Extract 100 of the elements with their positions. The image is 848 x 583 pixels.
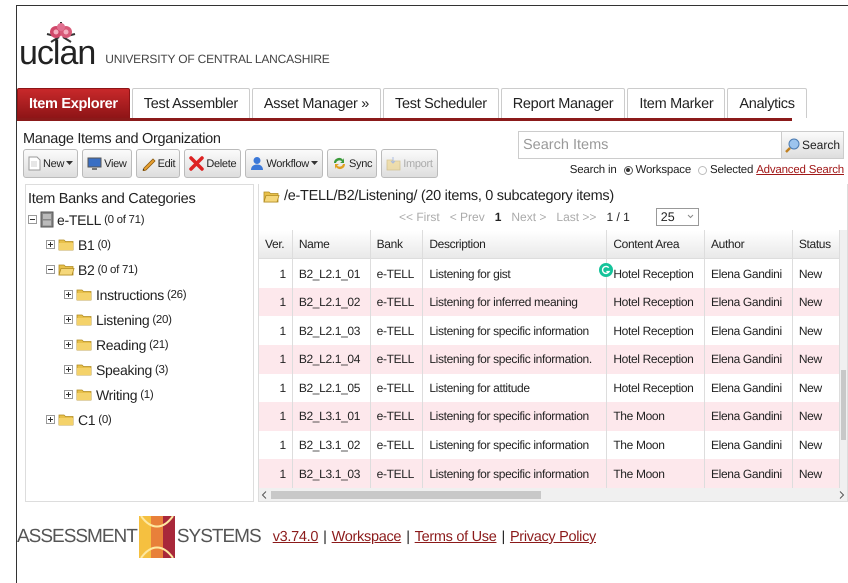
scrollbar-thumb[interactable] xyxy=(841,370,846,440)
table-cell: Elena Gandini xyxy=(704,402,792,431)
nav-tab[interactable]: Item Marker xyxy=(627,88,726,118)
view-button[interactable]: View xyxy=(82,149,132,178)
folder-icon xyxy=(263,190,280,202)
table-cell: Listening for specific information. xyxy=(422,345,607,374)
tree-label: B1 xyxy=(78,236,95,252)
radio-button[interactable] xyxy=(624,166,633,174)
logo-mark-icon xyxy=(138,516,175,558)
table-cell: B2_L2.1_02 xyxy=(292,288,370,316)
page-count: 1 / 1 xyxy=(606,210,630,224)
section-title: Manage Items and Organization xyxy=(23,131,222,147)
table-cell: Elena Gandini xyxy=(704,345,792,374)
expand-icon[interactable] xyxy=(64,315,73,324)
search-button[interactable]: Search xyxy=(782,131,844,159)
page-size-select[interactable]: 25 xyxy=(656,208,699,226)
column-header[interactable]: Bank xyxy=(370,230,423,259)
footer-link[interactable]: Terms of Use xyxy=(414,529,496,545)
panel-title: Item Banks and Categories xyxy=(28,191,196,207)
nav-tab[interactable]: Item Explorer xyxy=(17,88,130,118)
nav-tab[interactable]: Test Assembler xyxy=(132,88,250,118)
advanced-search-link[interactable]: Advanced Search xyxy=(756,164,844,176)
nav-tab[interactable]: Analytics xyxy=(727,88,807,118)
search-field[interactable]: Search Items xyxy=(518,131,782,159)
expand-icon[interactable] xyxy=(64,290,73,299)
scroll-left-icon[interactable] xyxy=(261,490,267,498)
category-path: /e-TELL/B2/Listening/ (20 items, 0 subcategory items) xyxy=(284,188,614,204)
tree-item[interactable]: Instructions (26) xyxy=(64,282,253,307)
pencil-icon xyxy=(140,156,156,171)
scroll-right-icon[interactable] xyxy=(839,490,845,498)
folder-icon xyxy=(58,263,75,276)
radio-label: Workspace xyxy=(636,164,692,176)
footer-link[interactable]: v3.74.0 xyxy=(272,529,318,545)
university-logo: uclan xyxy=(19,36,96,70)
radio-button[interactable] xyxy=(698,166,708,174)
nav-tab[interactable]: Report Manager xyxy=(500,88,626,118)
expand-icon[interactable] xyxy=(46,415,55,424)
folder-icon xyxy=(76,388,93,401)
expand-icon[interactable] xyxy=(64,390,73,399)
tree-label: Writing xyxy=(96,386,138,402)
table-cell: Hotel Reception xyxy=(606,288,704,316)
sync-icon xyxy=(332,156,347,171)
item-count: (0) xyxy=(98,414,112,426)
workflow-button[interactable]: Workflow xyxy=(245,149,323,178)
folder-icon xyxy=(76,288,93,301)
tree-item[interactable]: Reading (21) xyxy=(64,332,253,357)
footer-link[interactable]: Privacy Policy xyxy=(510,529,596,545)
tree-label: Reading xyxy=(96,336,146,352)
expand-icon[interactable] xyxy=(64,365,73,374)
table-cell: New xyxy=(792,402,840,431)
collapse-icon[interactable] xyxy=(46,265,55,274)
tree-label: C1 xyxy=(78,412,96,428)
item-count: (1) xyxy=(140,388,154,400)
collapse-icon[interactable] xyxy=(28,215,37,224)
delete-button[interactable]: Delete xyxy=(184,149,242,178)
footer-link[interactable]: Workspace xyxy=(332,529,402,545)
tree-item[interactable]: B2 (0 of 71) xyxy=(46,257,253,282)
tree-item[interactable]: Writing (1) xyxy=(64,382,253,407)
tree-item[interactable]: B1 (0) xyxy=(46,232,253,257)
tree-item[interactable]: e-TELL (0 of 71) xyxy=(28,207,253,232)
pager-link[interactable]: 1 xyxy=(494,210,502,224)
table-cell: B2_L3.1_03 xyxy=(292,459,370,488)
nav-tab[interactable]: Test Scheduler xyxy=(383,88,499,118)
folder-icon xyxy=(386,156,402,171)
item-count: (3) xyxy=(154,364,168,376)
table-cell: e-TELL xyxy=(370,288,423,316)
table-cell: 1 xyxy=(259,402,292,431)
tree-label: B2 xyxy=(78,262,95,278)
item-count: (0) xyxy=(98,238,111,250)
table-cell: The Moon xyxy=(606,402,704,431)
scrollbar-thumb[interactable] xyxy=(271,490,541,498)
expand-icon[interactable] xyxy=(64,340,73,349)
table-cell: New xyxy=(792,459,840,488)
sync-button[interactable]: Sync xyxy=(326,149,378,178)
table-cell: Listening for specific information xyxy=(422,459,607,488)
new-button[interactable]: New xyxy=(23,149,78,178)
table-cell: e-TELL xyxy=(370,459,423,488)
column-header[interactable]: Author xyxy=(704,230,792,259)
table-cell: 1 xyxy=(259,459,292,488)
table-cell: e-TELL xyxy=(370,345,423,374)
table-cell: Listening for inferred meaning xyxy=(422,288,607,316)
expand-icon[interactable] xyxy=(46,240,55,249)
column-header[interactable]: Ver. xyxy=(259,230,292,259)
nav-tab[interactable]: Asset Manager » xyxy=(252,88,382,118)
tree-item[interactable]: C1 (0) xyxy=(46,407,253,432)
column-header[interactable]: Description xyxy=(422,230,607,259)
table-cell: Hotel Reception xyxy=(606,345,704,374)
column-header[interactable]: Name xyxy=(292,230,370,259)
table-cell: New xyxy=(792,288,840,316)
folder-icon xyxy=(76,363,93,376)
table-cell: Listening for specific information xyxy=(422,402,607,431)
tree-item[interactable]: Listening (20) xyxy=(64,307,253,332)
table-cell: e-TELL xyxy=(370,402,423,431)
table-cell: B2_L3.1_01 xyxy=(292,402,370,431)
folder-icon xyxy=(76,313,93,326)
column-header[interactable]: Status xyxy=(792,230,840,259)
edit-button[interactable]: Edit xyxy=(136,149,180,178)
tree-item[interactable]: Speaking (3) xyxy=(64,357,253,382)
column-header[interactable]: Content Area xyxy=(606,230,704,259)
item-count: (20) xyxy=(152,314,172,326)
